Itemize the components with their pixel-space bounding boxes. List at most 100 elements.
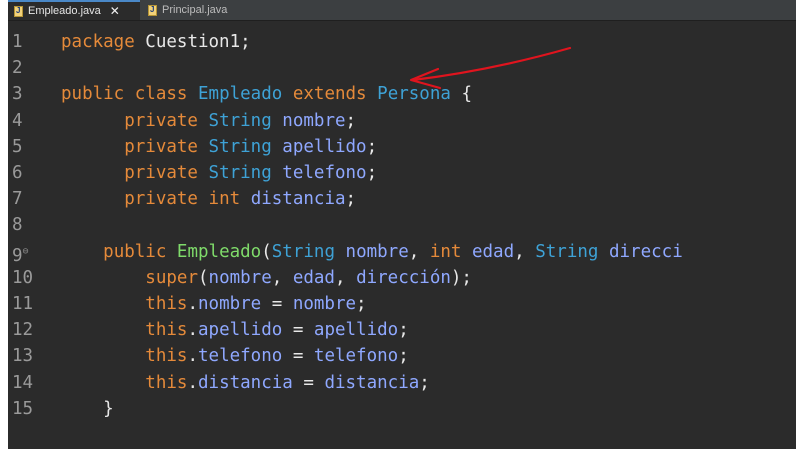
code-line[interactable]: 15 } <box>8 396 796 422</box>
tab-label: Principal.java <box>162 4 228 16</box>
code-token: String <box>271 241 335 262</box>
code-token: . <box>187 320 198 341</box>
code-token: nombre <box>198 294 262 314</box>
code-token: { <box>450 84 472 105</box>
code-token: class <box>134 84 188 105</box>
code-text: private String telefono; <box>61 160 377 186</box>
line-number: 12 <box>12 320 34 341</box>
tab-empleado-java[interactable]: J Empleado.java ✕ <box>8 0 140 20</box>
code-token: ; <box>398 346 409 367</box>
code-token: int <box>429 241 462 262</box>
code-line[interactable]: 11 this.nombre = nombre; <box>8 291 796 317</box>
code-token: this <box>145 346 188 367</box>
code-token: public <box>103 241 167 262</box>
close-tab-icon[interactable]: ✕ <box>110 4 120 18</box>
line-number: 5 <box>12 136 23 157</box>
code-token: public <box>61 84 125 105</box>
code-line[interactable]: 4 private String nombre; <box>8 108 796 134</box>
tab-bar: J Empleado.java ✕ J Principal.java <box>8 0 796 21</box>
code-token: super <box>145 267 198 288</box>
line-number: 11 <box>12 294 34 314</box>
java-file-icon: J <box>13 5 24 17</box>
code-token: Cuestion1; <box>134 32 251 52</box>
code-line[interactable]: 14 this.distancia = distancia; <box>8 370 796 396</box>
line-number: 15 <box>12 398 34 419</box>
code-token: ; <box>345 110 357 131</box>
code-line[interactable]: 1 package Cuestion1; <box>8 29 796 55</box>
code-token: ; <box>398 320 409 341</box>
code-line[interactable]: 12 this.apellido = apellido; <box>8 317 796 343</box>
code-line[interactable]: 2 <box>8 55 796 81</box>
code-editor[interactable]: 1 package Cuestion1; 2 3 public class Emplea… <box>8 20 796 449</box>
code-line[interactable]: 6 private String telefono; <box>8 160 796 186</box>
code-token: ; <box>419 372 430 393</box>
code-token: ; <box>366 163 378 183</box>
code-token: Empleado <box>176 241 262 262</box>
code-text: } <box>61 396 114 422</box>
code-text: this.telefono = telefono; <box>61 343 409 369</box>
code-token: , <box>271 267 293 288</box>
line-number: 4 <box>12 110 23 131</box>
code-token: , <box>514 241 536 262</box>
code-token: = <box>292 372 325 393</box>
code-token: . <box>187 346 198 367</box>
line-number: 10 <box>12 267 34 288</box>
code-token: this <box>145 320 188 341</box>
tab-principal-java[interactable]: J Principal.java <box>142 0 242 20</box>
code-token: apellido <box>198 320 283 341</box>
fold-marker-icon[interactable]: ⊖ <box>23 246 29 257</box>
code-token: String <box>208 136 272 157</box>
code-token: Persona <box>377 84 451 105</box>
code-token: } <box>61 398 114 419</box>
code-token: private <box>124 136 198 157</box>
code-token: = <box>261 294 293 314</box>
code-token: String <box>208 163 272 183</box>
code-token: edad <box>471 241 515 262</box>
java-file-icon: J <box>147 4 158 16</box>
code-line[interactable]: 10 super(nombre, edad, dirección); <box>8 265 796 291</box>
line-number: 6 <box>12 163 23 183</box>
code-line[interactable]: 7 private int distancia; <box>8 186 796 212</box>
code-line[interactable]: 8 <box>8 212 796 238</box>
code-token: telefono <box>313 346 399 367</box>
code-text: this.nombre = nombre; <box>61 291 367 317</box>
code-text: super(nombre, edad, dirección); <box>61 265 472 291</box>
code-token: int <box>208 189 241 210</box>
code-token: edad <box>292 267 335 288</box>
code-token: = <box>282 320 314 341</box>
line-number: 8 <box>12 215 23 236</box>
code-text: this.distancia = distancia; <box>61 370 430 396</box>
code-token: extends <box>292 84 367 105</box>
code-token: ; <box>345 189 357 210</box>
code-line[interactable]: 9⊖ public Empleado(String nombre, int ed… <box>8 239 796 266</box>
code-token: apellido <box>313 320 399 341</box>
tab-label: Empleado.java <box>28 5 101 17</box>
code-token: this <box>145 372 188 393</box>
code-line[interactable]: 13 this.telefono = telefono; <box>8 343 796 369</box>
code-line[interactable]: 3 public class Empleado extends Persona { <box>8 81 796 107</box>
code-token: ; <box>356 294 367 314</box>
code-token: private <box>124 163 198 183</box>
code-line[interactable]: 5 private String apellido; <box>8 134 796 160</box>
code-token: Empleado <box>198 84 283 105</box>
code-token: direcci <box>608 241 683 262</box>
